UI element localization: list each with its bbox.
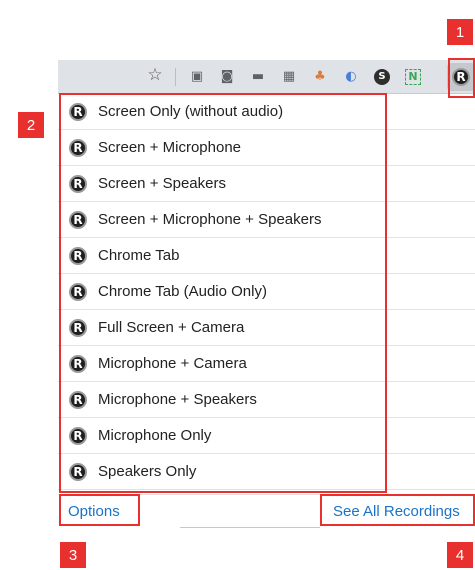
extension-puzzle-icon[interactable]: ♣ bbox=[312, 69, 328, 85]
toolbar-separator bbox=[175, 68, 176, 86]
callout-number-2: 2 bbox=[18, 112, 44, 138]
n-notion-icon[interactable]: N bbox=[405, 69, 421, 85]
camera-icon[interactable]: ◙ bbox=[219, 69, 235, 85]
bookmark-star-icon[interactable]: ☆ bbox=[147, 67, 163, 84]
callout-number-4: 4 bbox=[447, 542, 473, 568]
grid-icon[interactable]: ▦ bbox=[281, 69, 297, 85]
footer-divider bbox=[180, 527, 320, 528]
half-moon-icon[interactable]: ◐ bbox=[343, 69, 359, 85]
monitor-icon[interactable]: ▬ bbox=[250, 69, 266, 85]
callout-number-3: 3 bbox=[60, 542, 86, 568]
callout-box-see-all-recordings bbox=[320, 494, 475, 526]
browser-toolbar: ☆ ▣ ◙ ▬ ▦ ♣ ◐ S N R bbox=[58, 60, 475, 94]
callout-box-extension-button bbox=[448, 58, 475, 98]
callout-box-menu-items bbox=[59, 93, 387, 493]
callout-number-1: 1 bbox=[447, 19, 473, 45]
callout-box-options bbox=[59, 494, 140, 526]
s-circle-icon[interactable]: S bbox=[374, 69, 390, 85]
cast-icon[interactable]: ▣ bbox=[189, 69, 205, 85]
